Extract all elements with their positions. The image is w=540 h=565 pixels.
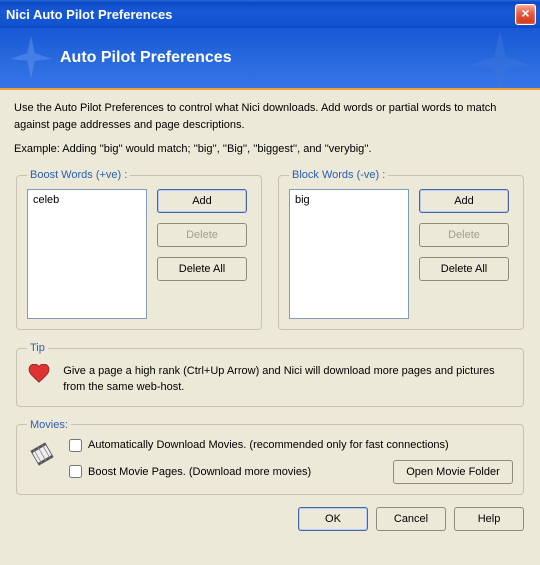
film-icon xyxy=(29,441,55,467)
airplane-icon xyxy=(8,34,54,80)
movies-group: Movies: Automatically Down xyxy=(16,419,524,495)
boost-movie-checkbox[interactable] xyxy=(69,465,82,478)
cancel-button[interactable]: Cancel xyxy=(376,507,446,531)
header-band: Auto Pilot Preferences xyxy=(0,28,540,90)
tip-legend: Tip xyxy=(27,342,48,354)
window-title: Nici Auto Pilot Preferences xyxy=(6,7,172,22)
boost-movie-label: Boost Movie Pages. (Download more movies… xyxy=(88,466,311,478)
tip-text: Give a page a high rank (Ctrl+Up Arrow) … xyxy=(63,362,513,396)
content-area: Use the Auto Pilot Preferences to contro… xyxy=(0,90,540,539)
intro-text: Use the Auto Pilot Preferences to contro… xyxy=(14,100,526,133)
dialog-button-row: OK Cancel Help xyxy=(14,507,526,531)
auto-download-label: Automatically Download Movies. (recommen… xyxy=(88,439,449,451)
tip-group: Tip Give a page a high rank (Ctrl+Up Arr… xyxy=(16,342,524,407)
block-words-group: Block Words (-ve) : big Add Delete Delet… xyxy=(278,169,524,330)
boost-delete-all-button[interactable]: Delete All xyxy=(157,257,247,281)
boost-movie-checkbox-row[interactable]: Boost Movie Pages. (Download more movies… xyxy=(69,465,311,478)
block-words-listbox[interactable]: big xyxy=(289,189,409,319)
block-delete-button: Delete xyxy=(419,223,509,247)
boost-words-group: Boost Words (+ve) : celeb Add Delete Del… xyxy=(16,169,262,330)
heart-icon xyxy=(28,364,50,384)
open-movie-folder-button[interactable]: Open Movie Folder xyxy=(393,460,513,484)
ok-button[interactable]: OK xyxy=(298,507,368,531)
auto-download-checkbox[interactable] xyxy=(69,439,82,452)
help-button[interactable]: Help xyxy=(454,507,524,531)
block-legend: Block Words (-ve) : xyxy=(289,169,388,181)
boost-delete-button: Delete xyxy=(157,223,247,247)
auto-download-checkbox-row[interactable]: Automatically Download Movies. (recommen… xyxy=(69,439,513,452)
boost-legend: Boost Words (+ve) : xyxy=(27,169,130,181)
airplane-icon xyxy=(460,28,540,90)
close-icon[interactable]: × xyxy=(515,4,536,25)
titlebar[interactable]: Nici Auto Pilot Preferences × xyxy=(0,0,540,28)
list-item[interactable]: big xyxy=(295,193,403,207)
boost-words-listbox[interactable]: celeb xyxy=(27,189,147,319)
block-delete-all-button[interactable]: Delete All xyxy=(419,257,509,281)
movies-legend: Movies: xyxy=(27,419,71,431)
block-add-button[interactable]: Add xyxy=(419,189,509,213)
list-item[interactable]: celeb xyxy=(33,193,141,207)
header-title: Auto Pilot Preferences xyxy=(60,49,232,67)
example-text: Example: Adding ''big'' would match; ''b… xyxy=(14,143,526,155)
boost-add-button[interactable]: Add xyxy=(157,189,247,213)
